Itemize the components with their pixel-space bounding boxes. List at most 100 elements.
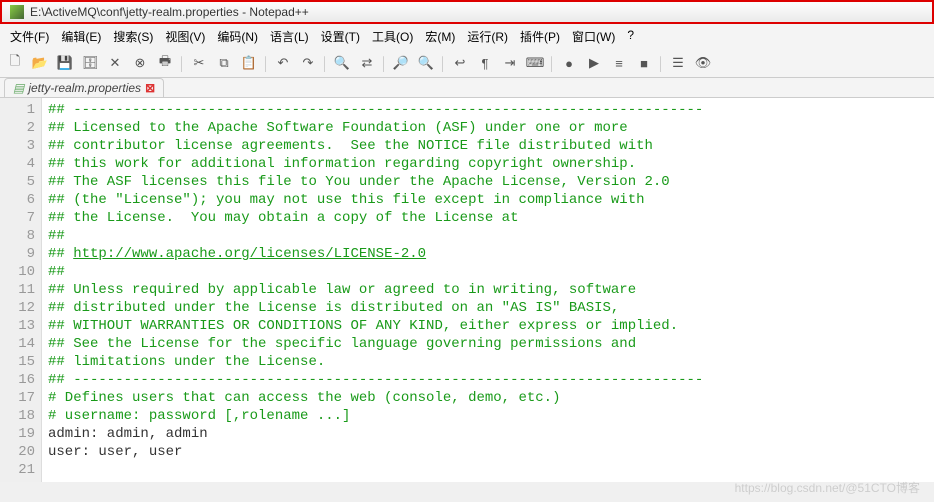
code-line[interactable]: ## Licensed to the Apache Software Found… — [48, 119, 934, 137]
code-line[interactable]: ## — [48, 263, 934, 281]
tab-label: jetty-realm.properties — [28, 81, 141, 95]
code-editor[interactable]: 123456789101112131415161718192021 ## ---… — [0, 98, 934, 482]
open-icon[interactable]: 📂 — [29, 52, 51, 74]
tab-strip: ▤ jetty-realm.properties ⊠ — [0, 78, 934, 98]
menu-item[interactable]: 运行(R) — [461, 26, 514, 47]
code-line[interactable]: ## (the "License"); you may not use this… — [48, 191, 934, 209]
menu-item[interactable]: 文件(F) — [4, 26, 55, 47]
line-number: 18 — [0, 407, 35, 425]
code-line[interactable]: ## The ASF licenses this file to You und… — [48, 173, 934, 191]
save-all-icon[interactable]: 🗄 — [79, 52, 101, 74]
zoom-in-icon[interactable]: 🔎 — [390, 52, 412, 74]
toolbar-separator: │ — [179, 52, 185, 74]
line-number: 4 — [0, 155, 35, 173]
wrap-icon[interactable]: ↩ — [449, 52, 471, 74]
menu-item[interactable]: 插件(P) — [514, 26, 566, 47]
line-number: 7 — [0, 209, 35, 227]
line-number: 17 — [0, 389, 35, 407]
editor-tab[interactable]: ▤ jetty-realm.properties ⊠ — [4, 78, 164, 97]
find-icon[interactable]: 🔍 — [331, 52, 353, 74]
toolbar-separator: │ — [549, 52, 555, 74]
macro-rec-icon[interactable]: ● — [558, 52, 580, 74]
line-number: 20 — [0, 443, 35, 461]
line-number: 12 — [0, 299, 35, 317]
paste-icon[interactable]: 📋 — [238, 52, 260, 74]
chars-icon[interactable]: ¶ — [474, 52, 496, 74]
code-area[interactable]: ## -------------------------------------… — [42, 98, 934, 482]
line-number: 16 — [0, 371, 35, 389]
code-line[interactable]: ## contributor license agreements. See t… — [48, 137, 934, 155]
line-number: 13 — [0, 317, 35, 335]
watermark: https://blog.csdn.net/@51CTO博客 — [735, 479, 920, 496]
save-icon[interactable]: 💾 — [54, 52, 76, 74]
lang-icon[interactable]: ⌨ — [524, 52, 546, 74]
indent-icon[interactable]: ⇥ — [499, 52, 521, 74]
file-icon: ▤ — [13, 81, 24, 95]
menu-item[interactable]: 搜索(S) — [107, 26, 159, 47]
code-line[interactable]: ## the License. You may obtain a copy of… — [48, 209, 934, 227]
macro-stop-icon[interactable]: ■ — [633, 52, 655, 74]
line-number: 19 — [0, 425, 35, 443]
print-icon[interactable]: 🖶 — [154, 52, 176, 74]
toggle-icon[interactable]: ☰ — [667, 52, 689, 74]
line-number: 14 — [0, 335, 35, 353]
menu-item[interactable]: 宏(M) — [419, 26, 461, 47]
menu-item[interactable]: ? — [621, 26, 640, 47]
code-line[interactable]: ## limitations under the License. — [48, 353, 934, 371]
close-icon[interactable]: ✕ — [104, 52, 126, 74]
line-number: 21 — [0, 461, 35, 479]
line-gutter: 123456789101112131415161718192021 — [0, 98, 42, 482]
code-line[interactable]: ## this work for additional information … — [48, 155, 934, 173]
code-line[interactable]: user: user, user — [48, 443, 934, 461]
line-number: 9 — [0, 245, 35, 263]
line-number: 15 — [0, 353, 35, 371]
menu-item[interactable]: 设置(T) — [315, 26, 366, 47]
replace-icon[interactable]: ⇄ — [356, 52, 378, 74]
line-number: 11 — [0, 281, 35, 299]
code-line[interactable]: ## — [48, 227, 934, 245]
cut-icon[interactable]: ✂ — [188, 52, 210, 74]
line-number: 8 — [0, 227, 35, 245]
toolbar: 🗋📂💾🗄✕⊗🖶│✂⧉📋│↶↷│🔍⇄│🔎🔍│↩¶⇥⌨│●▶≡■│☰👁 — [0, 49, 934, 78]
code-line[interactable]: ## -------------------------------------… — [48, 101, 934, 119]
code-line[interactable]: ## -------------------------------------… — [48, 371, 934, 389]
menu-item[interactable]: 窗口(W) — [566, 26, 621, 47]
new-icon[interactable]: 🗋 — [4, 52, 26, 74]
toolbar-separator: │ — [322, 52, 328, 74]
redo-icon[interactable]: ↷ — [297, 52, 319, 74]
undo-icon[interactable]: ↶ — [272, 52, 294, 74]
zoom-out-icon[interactable]: 🔍 — [415, 52, 437, 74]
code-line[interactable]: ## See the License for the specific lang… — [48, 335, 934, 353]
macro-play-icon[interactable]: ▶ — [583, 52, 605, 74]
window-titlebar: E:\ActiveMQ\conf\jetty-realm.properties … — [0, 0, 934, 24]
code-line[interactable]: ## distributed under the License is dist… — [48, 299, 934, 317]
line-number: 5 — [0, 173, 35, 191]
toolbar-separator: │ — [440, 52, 446, 74]
menu-item[interactable]: 编码(N) — [211, 26, 264, 47]
code-line[interactable]: admin: admin, admin — [48, 425, 934, 443]
line-number: 10 — [0, 263, 35, 281]
menu-item[interactable]: 工具(O) — [366, 26, 419, 47]
menu-item[interactable]: 语言(L) — [264, 26, 315, 47]
line-number: 2 — [0, 119, 35, 137]
window-title: E:\ActiveMQ\conf\jetty-realm.properties … — [30, 5, 309, 19]
app-icon — [10, 5, 24, 19]
line-number: 3 — [0, 137, 35, 155]
line-number: 6 — [0, 191, 35, 209]
menubar: 文件(F)编辑(E)搜索(S)视图(V)编码(N)语言(L)设置(T)工具(O)… — [0, 24, 934, 49]
license-link[interactable]: http://www.apache.org/licenses/LICENSE-2… — [73, 246, 426, 262]
macro-run-icon[interactable]: ≡ — [608, 52, 630, 74]
code-line[interactable]: # Defines users that can access the web … — [48, 389, 934, 407]
eye-icon[interactable]: 👁 — [692, 52, 714, 74]
menu-item[interactable]: 编辑(E) — [55, 26, 107, 47]
close-all-icon[interactable]: ⊗ — [129, 52, 151, 74]
copy-icon[interactable]: ⧉ — [213, 52, 235, 74]
code-line[interactable]: ## Unless required by applicable law or … — [48, 281, 934, 299]
code-line[interactable]: # username: password [,rolename ...] — [48, 407, 934, 425]
toolbar-separator: │ — [658, 52, 664, 74]
line-number: 1 — [0, 101, 35, 119]
code-line[interactable]: ## http://www.apache.org/licenses/LICENS… — [48, 245, 934, 263]
tab-dirty-icon[interactable]: ⊠ — [145, 81, 155, 95]
menu-item[interactable]: 视图(V) — [159, 26, 211, 47]
code-line[interactable]: ## WITHOUT WARRANTIES OR CONDITIONS OF A… — [48, 317, 934, 335]
